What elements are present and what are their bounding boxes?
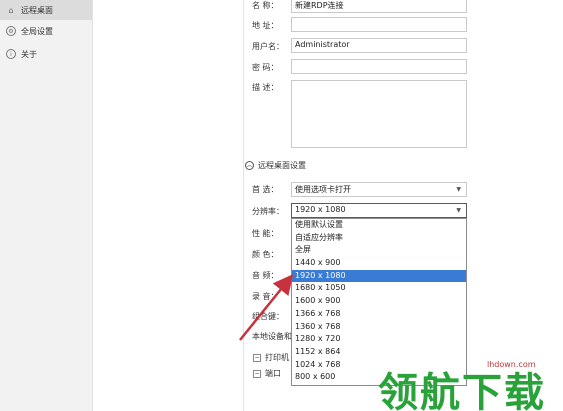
annotation-arrow [239, 274, 294, 341]
watermark-url: lhdown.com [487, 360, 536, 369]
